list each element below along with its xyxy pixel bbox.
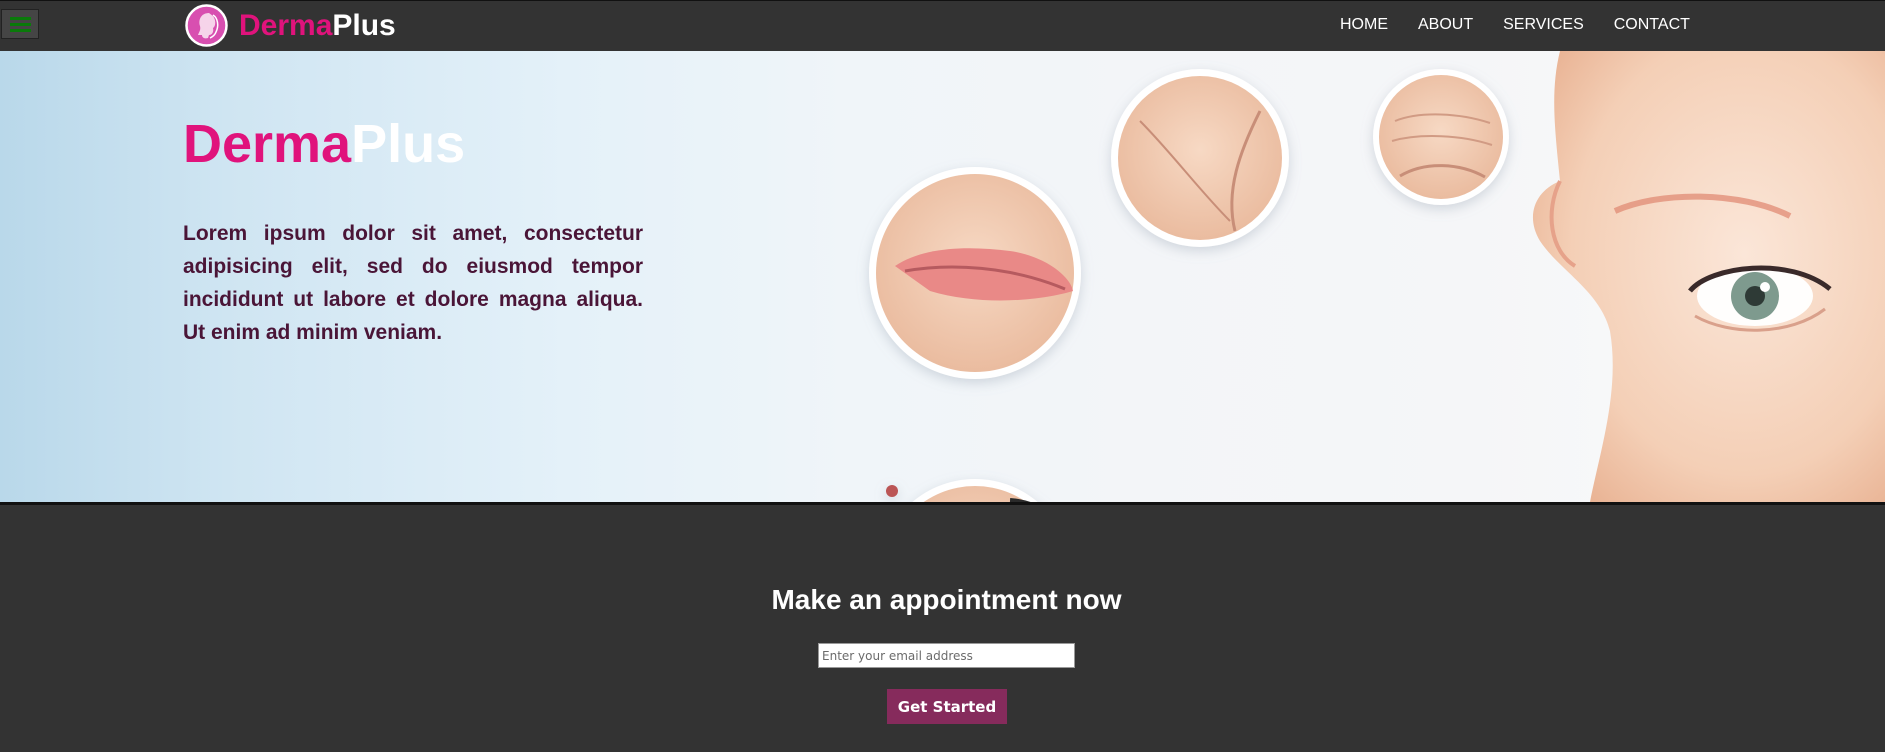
hero-title: DermaPlus — [183, 113, 465, 175]
nav-link-services[interactable]: SERVICES — [1503, 16, 1584, 34]
main-nav: HOME ABOUT SERVICES CONTACT — [1340, 16, 1720, 34]
forehead-closeup — [1373, 69, 1509, 205]
hero-title-plus: Plus — [351, 114, 466, 174]
woman-profile-logo-icon[interactable] — [185, 4, 228, 47]
brand-logo-text[interactable]: DermaPlus — [239, 9, 396, 43]
brand-part-derma: Derma — [239, 9, 333, 42]
email-input[interactable] — [818, 643, 1075, 668]
menu-icon — [10, 17, 31, 20]
skin-wrinkle-closeup — [1111, 69, 1289, 247]
menu-toggle-button[interactable] — [1, 9, 39, 39]
menu-icon — [10, 23, 31, 26]
top-navbar: DermaPlus HOME ABOUT SERVICES CONTACT — [0, 0, 1885, 51]
brand-part-plus: Plus — [332, 9, 396, 42]
face-illustration — [1532, 51, 1885, 502]
eye-wrinkle-closeup — [886, 479, 1038, 502]
get-started-button[interactable]: Get Started — [887, 689, 1007, 724]
menu-icon — [10, 29, 31, 32]
hero-description: Lorem ipsum dolor sit amet, consectetur … — [183, 222, 643, 344]
nav-link-contact[interactable]: CONTACT — [1614, 16, 1690, 34]
lips-closeup — [869, 167, 1081, 379]
appointment-section: Make an appointment now Get Started — [0, 505, 1885, 752]
hero-banner: DermaPlus Lorem ipsum dolor sit amet, co… — [0, 51, 1885, 502]
hero-title-derma: Derma — [183, 114, 352, 174]
nav-link-home[interactable]: HOME — [1340, 16, 1388, 34]
nav-link-about[interactable]: ABOUT — [1418, 16, 1473, 34]
appointment-title: Make an appointment now — [771, 584, 1122, 615]
